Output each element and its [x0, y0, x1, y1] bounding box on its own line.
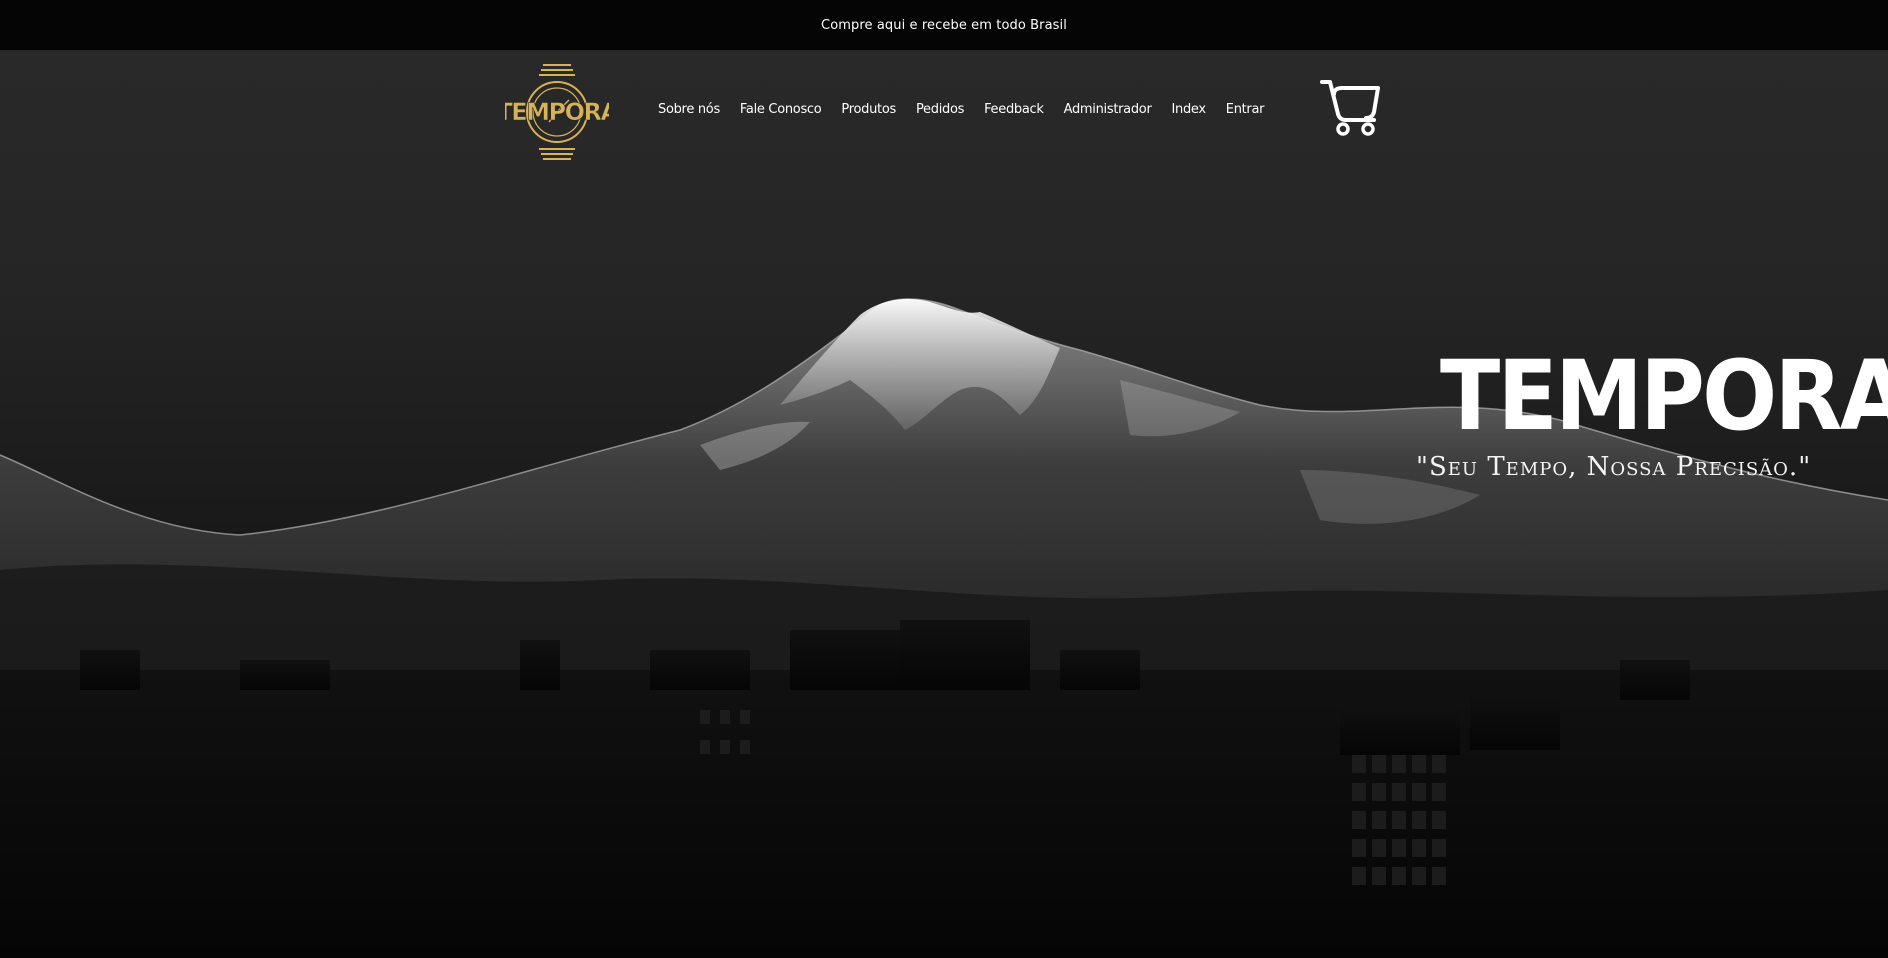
hero-title: TEMPORA — [1440, 340, 1888, 452]
nav-index[interactable]: Index — [1161, 102, 1215, 117]
city-silhouette — [0, 620, 1888, 958]
nav-fale-conosco[interactable]: Fale Conosco — [730, 102, 832, 117]
nav-produtos[interactable]: Produtos — [831, 102, 906, 117]
nav-administrador[interactable]: Administrador — [1054, 102, 1162, 117]
hero-background-image — [0, 298, 1888, 958]
main-nav: Sobre nós Fale Conosco Produtos Pedidos … — [648, 102, 1274, 117]
hero-tagline: "Seu Tempo, Nossa Precisão." — [1416, 452, 1812, 482]
promo-text: Compre aqui e recebe em todo Brasil — [821, 17, 1067, 33]
tempora-logo[interactable]: TEMPORA — [505, 62, 609, 162]
page: Compre aqui e recebe em todo Brasil EMPO… — [0, 0, 1888, 958]
nav-pedidos[interactable]: Pedidos — [906, 102, 974, 117]
promo-bar: Compre aqui e recebe em todo Brasil — [0, 0, 1888, 50]
site-header: TEMPORA Sobre nós Fale Conosco Produtos … — [0, 50, 1888, 170]
nav-entrar[interactable]: Entrar — [1216, 102, 1274, 117]
nav-sobre-nos[interactable]: Sobre nós — [648, 102, 730, 117]
nav-feedback[interactable]: Feedback — [974, 102, 1054, 117]
logo-text: TEMPORA — [505, 98, 609, 126]
shopping-cart-icon[interactable] — [1320, 78, 1384, 136]
